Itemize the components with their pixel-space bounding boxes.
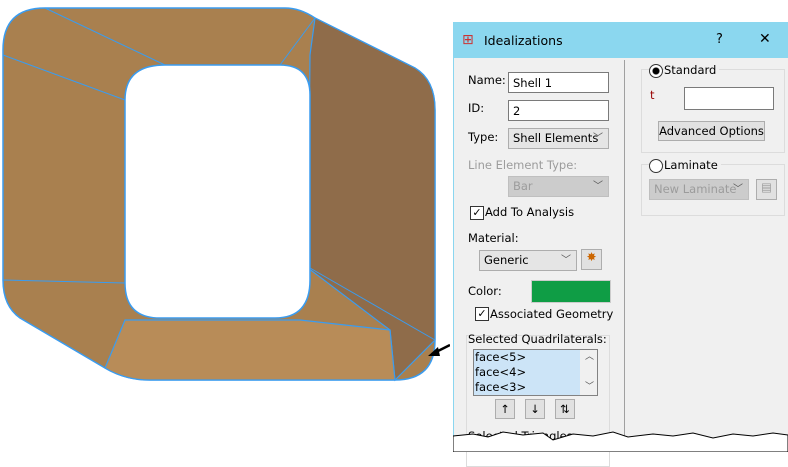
laminate-select[interactable]: New Laminate ﹀ bbox=[649, 179, 749, 200]
line-element-type-select[interactable]: Bar ﹀ bbox=[508, 176, 609, 197]
3d-model-viewport[interactable] bbox=[0, 0, 450, 452]
associated-geometry-label: Associated Geometry bbox=[490, 307, 616, 321]
laminate-editor-button[interactable]: ▤ bbox=[756, 179, 777, 200]
move-down-button[interactable]: ↓ bbox=[525, 399, 545, 419]
thickness-label: t bbox=[650, 88, 655, 102]
laminate-label: Laminate bbox=[664, 158, 721, 172]
list-item[interactable]: face<5> bbox=[474, 350, 597, 365]
type-value: Shell Elements bbox=[513, 131, 599, 145]
chevron-down-icon: ﹀ bbox=[593, 133, 603, 144]
standard-radio[interactable] bbox=[649, 64, 663, 78]
idealizations-dialog: ⊞ Idealizations ? ✕ Name: Shell 1 ID: 2 … bbox=[453, 22, 788, 467]
close-button[interactable]: ✕ bbox=[759, 31, 771, 47]
line-element-type-label: Line Element Type: bbox=[468, 158, 578, 172]
panel-divider bbox=[624, 60, 625, 452]
thickness-input[interactable] bbox=[684, 87, 774, 110]
move-up-button[interactable]: ↑ bbox=[495, 399, 515, 419]
list-item[interactable]: face<3> bbox=[474, 380, 597, 395]
type-select[interactable]: Shell Elements ﹀ bbox=[508, 128, 609, 149]
add-to-analysis-label: Add To Analysis bbox=[485, 205, 575, 219]
line-type-value: Bar bbox=[513, 179, 533, 193]
chevron-down-icon: ﹀ bbox=[561, 255, 571, 266]
shell-hole bbox=[124, 64, 311, 319]
name-input[interactable]: Shell 1 bbox=[508, 72, 609, 93]
swap-button[interactable]: ⇅ bbox=[555, 399, 575, 419]
advanced-options-button[interactable]: Advanced Options bbox=[658, 121, 765, 141]
chevron-down-icon: ﹀ bbox=[593, 181, 603, 192]
help-button[interactable]: ? bbox=[716, 32, 723, 47]
type-label: Type: bbox=[468, 130, 499, 144]
name-label: Name: bbox=[468, 73, 506, 87]
id-label: ID: bbox=[468, 101, 485, 115]
dialog-title: Idealizations bbox=[484, 33, 563, 48]
color-swatch[interactable] bbox=[531, 280, 611, 303]
laminate-radio[interactable] bbox=[649, 159, 663, 173]
list-item[interactable]: face<4> bbox=[474, 365, 597, 380]
add-to-analysis-checkbox[interactable]: ✓ bbox=[470, 206, 484, 220]
quadrilaterals-list[interactable]: face<5> face<4> face<3> ︿ ﹀ bbox=[473, 349, 598, 396]
shell-bottom-face bbox=[104, 319, 396, 381]
associated-geometry-checkbox[interactable]: ✓ bbox=[475, 307, 489, 321]
title-bar: ⊞ Idealizations ? ✕ bbox=[454, 22, 788, 58]
laminate-value: New Laminate bbox=[654, 182, 737, 196]
list-scrollbar[interactable]: ︿ ﹀ bbox=[580, 350, 597, 395]
material-label: Material: bbox=[468, 231, 519, 245]
material-select[interactable]: Generic ﹀ bbox=[479, 250, 577, 271]
torn-edge bbox=[453, 431, 788, 452]
id-input[interactable]: 2 bbox=[508, 100, 609, 121]
material-library-button[interactable]: ✸ bbox=[581, 249, 602, 270]
idealizations-icon: ⊞ bbox=[462, 32, 474, 48]
material-value: Generic bbox=[484, 253, 529, 267]
standard-label: Standard bbox=[664, 63, 720, 77]
color-label: Color: bbox=[468, 284, 502, 298]
chevron-down-icon: ﹀ bbox=[733, 184, 743, 195]
selected-quadrilaterals-label: Selected Quadrilaterals: bbox=[468, 332, 607, 346]
